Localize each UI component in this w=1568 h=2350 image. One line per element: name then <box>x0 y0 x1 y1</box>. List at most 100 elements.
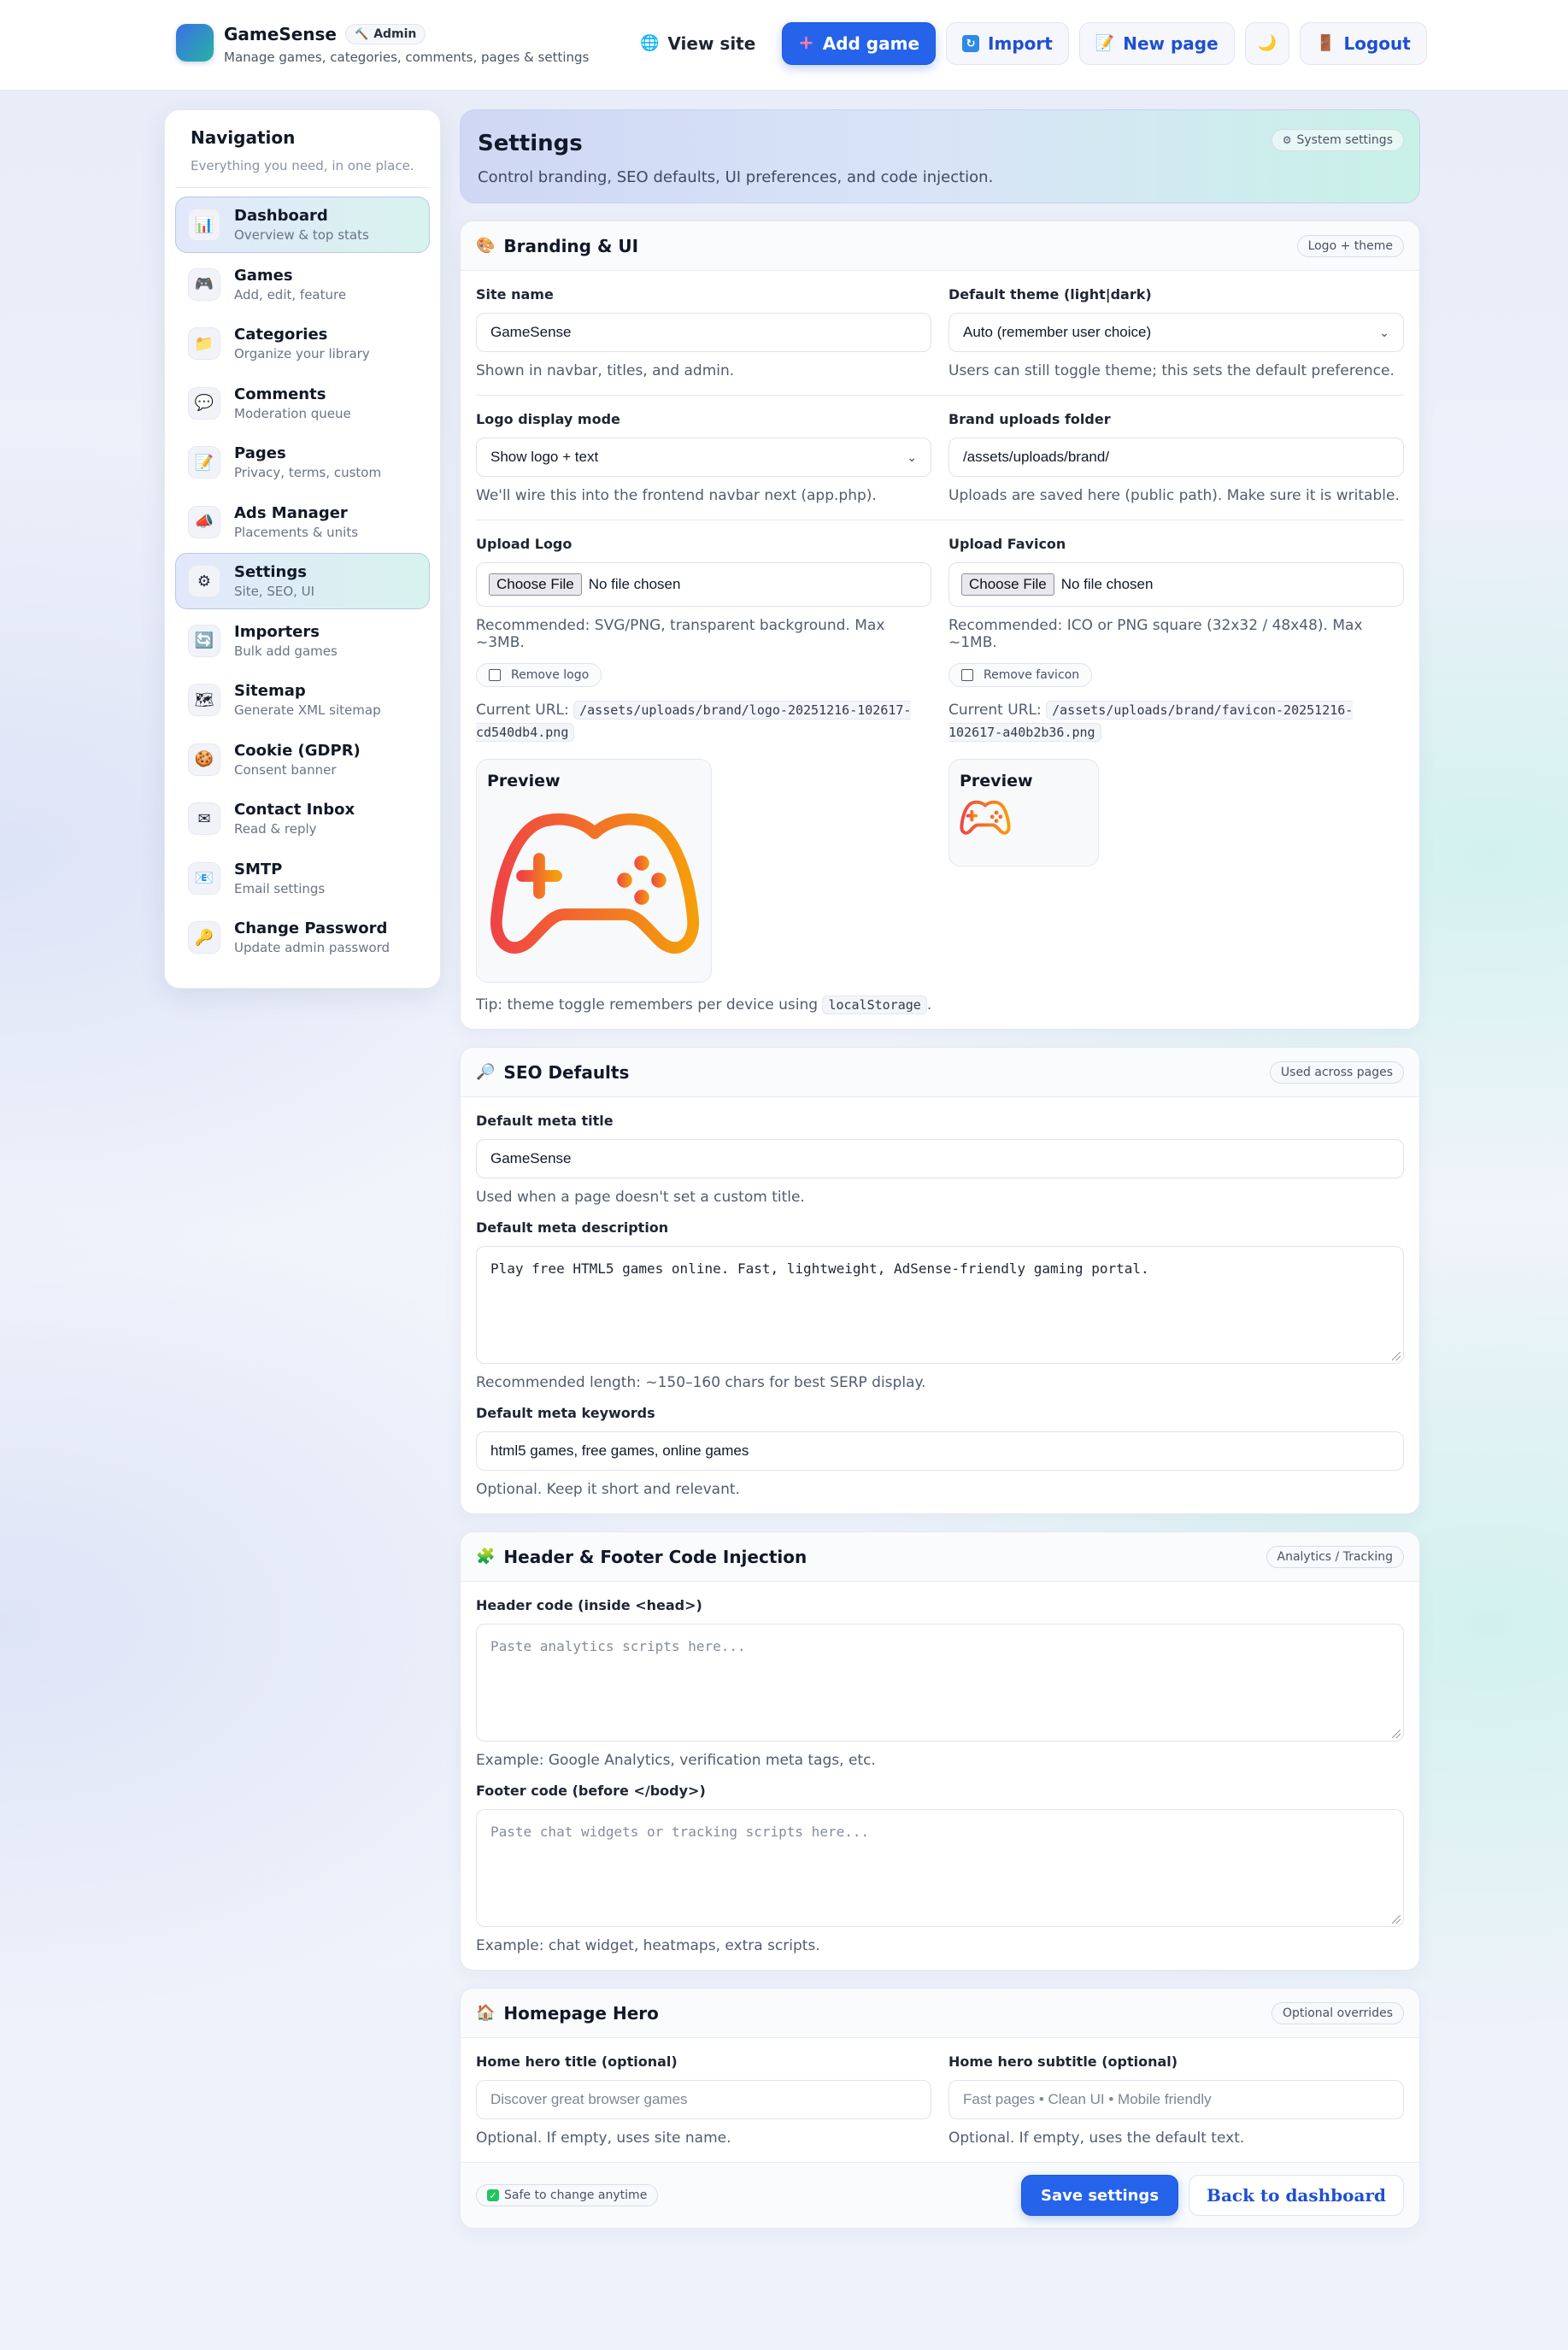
sidebar-item-dashboard[interactable]: 📊 Dashboard Overview & top stats <box>175 197 430 253</box>
card-body: Home hero title (optional) Discover grea… <box>461 2038 1419 2162</box>
logo-mode-help: We'll wire this into the frontend navbar… <box>476 487 877 504</box>
card-header: 🔎 SEO Defaults Used across pages <box>461 1048 1419 1097</box>
door-icon: 🚪 <box>1316 34 1336 52</box>
checkbox[interactable] <box>961 669 973 681</box>
resize-handle[interactable] <box>1392 1352 1401 1360</box>
logo-mode-select[interactable]: Show logo + text ⌄ <box>476 438 931 477</box>
sidebar-item-sitemap[interactable]: 🗺 Sitemap Generate XML sitemap <box>175 672 430 728</box>
choose-file-button[interactable]: Choose File <box>489 573 582 596</box>
header-code-textarea[interactable]: Paste analytics scripts here... <box>476 1624 1404 1742</box>
pill-label: System settings <box>1296 133 1394 147</box>
seo-card: 🔎 SEO Defaults Used across pages Default… <box>460 1047 1420 1514</box>
refresh-icon: ↻ <box>962 35 980 52</box>
card-pill: Used across pages <box>1269 1060 1404 1084</box>
logout-button[interactable]: 🚪 Logout <box>1300 22 1427 65</box>
remove-favicon-checkbox[interactable]: Remove favicon <box>948 663 1093 687</box>
nav-label: Change Password <box>234 919 388 937</box>
logo-help: Recommended: SVG/PNG, transparent backgr… <box>476 617 885 651</box>
sidebar-item-comments[interactable]: 💬 Comments Moderation queue <box>175 375 430 432</box>
card-header: 🎨 Branding & UI Logo + theme <box>461 221 1419 271</box>
hero-sub-input[interactable]: Fast pages • Clean UI • Mobile friendly <box>948 2080 1404 2119</box>
house-icon: 🏠 <box>476 2003 496 2022</box>
form-col: Brand uploads folder /assets/uploads/bra… <box>948 411 1404 504</box>
puzzle-icon: 🧩 <box>476 1547 496 1566</box>
theme-tip: Tip: theme toggle remembers per device u… <box>476 996 1404 1014</box>
folder-input[interactable]: /assets/uploads/brand/ <box>948 438 1404 477</box>
preview-title: Preview <box>487 772 561 790</box>
favicon-help: Recommended: ICO or PNG square (32x32 / … <box>948 617 1363 651</box>
plus-icon: + <box>798 32 814 54</box>
nav-desc: Consent banner <box>234 761 337 778</box>
sidebar-item-ads-manager[interactable]: 📣 Ads Manager Placements & units <box>175 494 430 550</box>
sidebar-item-categories[interactable]: 📁 Categories Organize your library <box>175 315 430 372</box>
megaphone-icon: 📣 <box>188 505 220 538</box>
nav-text: Change Password Update admin password <box>234 919 390 955</box>
sidebar-item-games[interactable]: 🎮 Games Add, edit, feature <box>175 256 430 313</box>
card-title: 🔎 SEO Defaults <box>476 1062 629 1083</box>
map-icon: 🗺 <box>188 684 220 716</box>
meta-desc-textarea[interactable]: Play free HTML5 games online. Fast, ligh… <box>476 1246 1404 1364</box>
add-game-button[interactable]: + Add game <box>782 22 937 65</box>
card-pill: Optional overrides <box>1271 2001 1404 2024</box>
no-file-text: No file chosen <box>1060 576 1154 592</box>
remove-logo-checkbox[interactable]: Remove logo <box>476 663 602 687</box>
folder-label: Brand uploads folder <box>948 411 1111 427</box>
bar-chart-icon: 📊 <box>188 209 220 241</box>
sidebar-item-settings[interactable]: ⚙ Settings Site, SEO, UI <box>175 553 430 609</box>
sidebar-subtitle: Everything you need, in one place. <box>191 158 414 173</box>
brand-name: GameSense <box>224 24 337 44</box>
header-code-help: Example: Google Analytics, verification … <box>476 1752 876 1769</box>
logout-label: Logout <box>1343 33 1411 54</box>
view-site-button[interactable]: 🌐 View site <box>624 22 772 65</box>
resize-handle[interactable] <box>1392 1730 1401 1738</box>
form-col: Upload Logo Choose File No file chosen R… <box>476 536 931 983</box>
sidebar-item-smtp[interactable]: 📧 SMTP Email settings <box>175 850 430 907</box>
sidebar-item-pages[interactable]: 📝 Pages Privacy, terms, custom <box>175 434 430 491</box>
nav-label: Settings <box>234 563 307 581</box>
form-row: Logo display mode Show logo + text ⌄ We'… <box>476 411 1404 504</box>
meta-desc-value: Play free HTML5 games online. Fast, ligh… <box>490 1260 1149 1277</box>
form-col: Logo display mode Show logo + text ⌄ We'… <box>476 411 931 504</box>
add-game-label: Add game <box>822 33 920 54</box>
theme-toggle-button[interactable]: 🌙 <box>1244 22 1290 65</box>
favicon-current-url: Current URL: /assets/uploads/brand/favic… <box>948 699 1404 743</box>
theme-help: Users can still toggle theme; this sets … <box>948 362 1395 379</box>
checkbox[interactable] <box>489 669 501 681</box>
nav-desc: Moderation queue <box>234 405 351 421</box>
new-page-button[interactable]: 📝 New page <box>1078 22 1235 65</box>
theme-select[interactable]: Auto (remember user choice) ⌄ <box>948 313 1404 352</box>
hero-title-input[interactable]: Discover great browser games <box>476 2080 931 2119</box>
save-settings-button[interactable]: Save settings <box>1021 2175 1179 2216</box>
choose-file-button[interactable]: Choose File <box>961 573 1054 596</box>
top-nav: 🌐 View site + Add game ↻ Import 📝 New pa… <box>624 22 1427 65</box>
email-icon: 📧 <box>188 861 220 895</box>
form-row: Site name GameSense Shown in navbar, tit… <box>476 286 1404 379</box>
meta-title-help: Used when a page doesn't set a custom ti… <box>476 1189 805 1206</box>
nav-text: Dashboard Overview & top stats <box>234 207 369 243</box>
logo-preview: Preview <box>476 759 712 983</box>
sidebar-item-cookie[interactable]: 🍪 Cookie (GDPR) Consent banner <box>175 731 430 788</box>
sidebar-item-importers[interactable]: 🔄 Importers Bulk add games <box>175 613 430 669</box>
brand[interactable]: GameSense 🔨 Admin Manage games, categori… <box>176 24 589 65</box>
card-pill: Analytics / Tracking <box>1266 1545 1404 1568</box>
envelope-icon: ✉ <box>188 802 220 835</box>
refresh-icon: 🔄 <box>188 624 220 657</box>
footer-code-textarea[interactable]: Paste chat widgets or tracking scripts h… <box>476 1809 1404 1927</box>
card-title: 🎨 Branding & UI <box>476 236 638 256</box>
sidebar-item-contact-inbox[interactable]: ✉ Contact Inbox Read & reply <box>175 790 430 847</box>
nav-desc: Bulk add games <box>234 643 338 659</box>
gear-icon: ⚙ <box>188 565 220 597</box>
meta-kw-input[interactable]: html5 games, free games, online games <box>476 1431 1404 1471</box>
sidebar-item-change-password[interactable]: 🔑 Change Password Update admin password <box>175 909 430 966</box>
hero-sub-help: Optional. If empty, uses the default tex… <box>948 2130 1245 2147</box>
new-page-label: New page <box>1123 33 1219 54</box>
gamepad-favicon-icon <box>960 800 1011 835</box>
favicon-file-input[interactable]: Choose File No file chosen <box>948 562 1404 607</box>
import-button[interactable]: ↻ Import <box>946 22 1069 65</box>
resize-handle[interactable] <box>1392 1915 1401 1924</box>
logo-file-input[interactable]: Choose File No file chosen <box>476 562 931 607</box>
meta-title-input[interactable]: GameSense <box>476 1139 1404 1178</box>
back-to-dashboard-button[interactable]: Back to dashboard <box>1189 2175 1404 2216</box>
nav-text: SMTP Email settings <box>234 861 325 896</box>
site-name-input[interactable]: GameSense <box>476 313 931 352</box>
